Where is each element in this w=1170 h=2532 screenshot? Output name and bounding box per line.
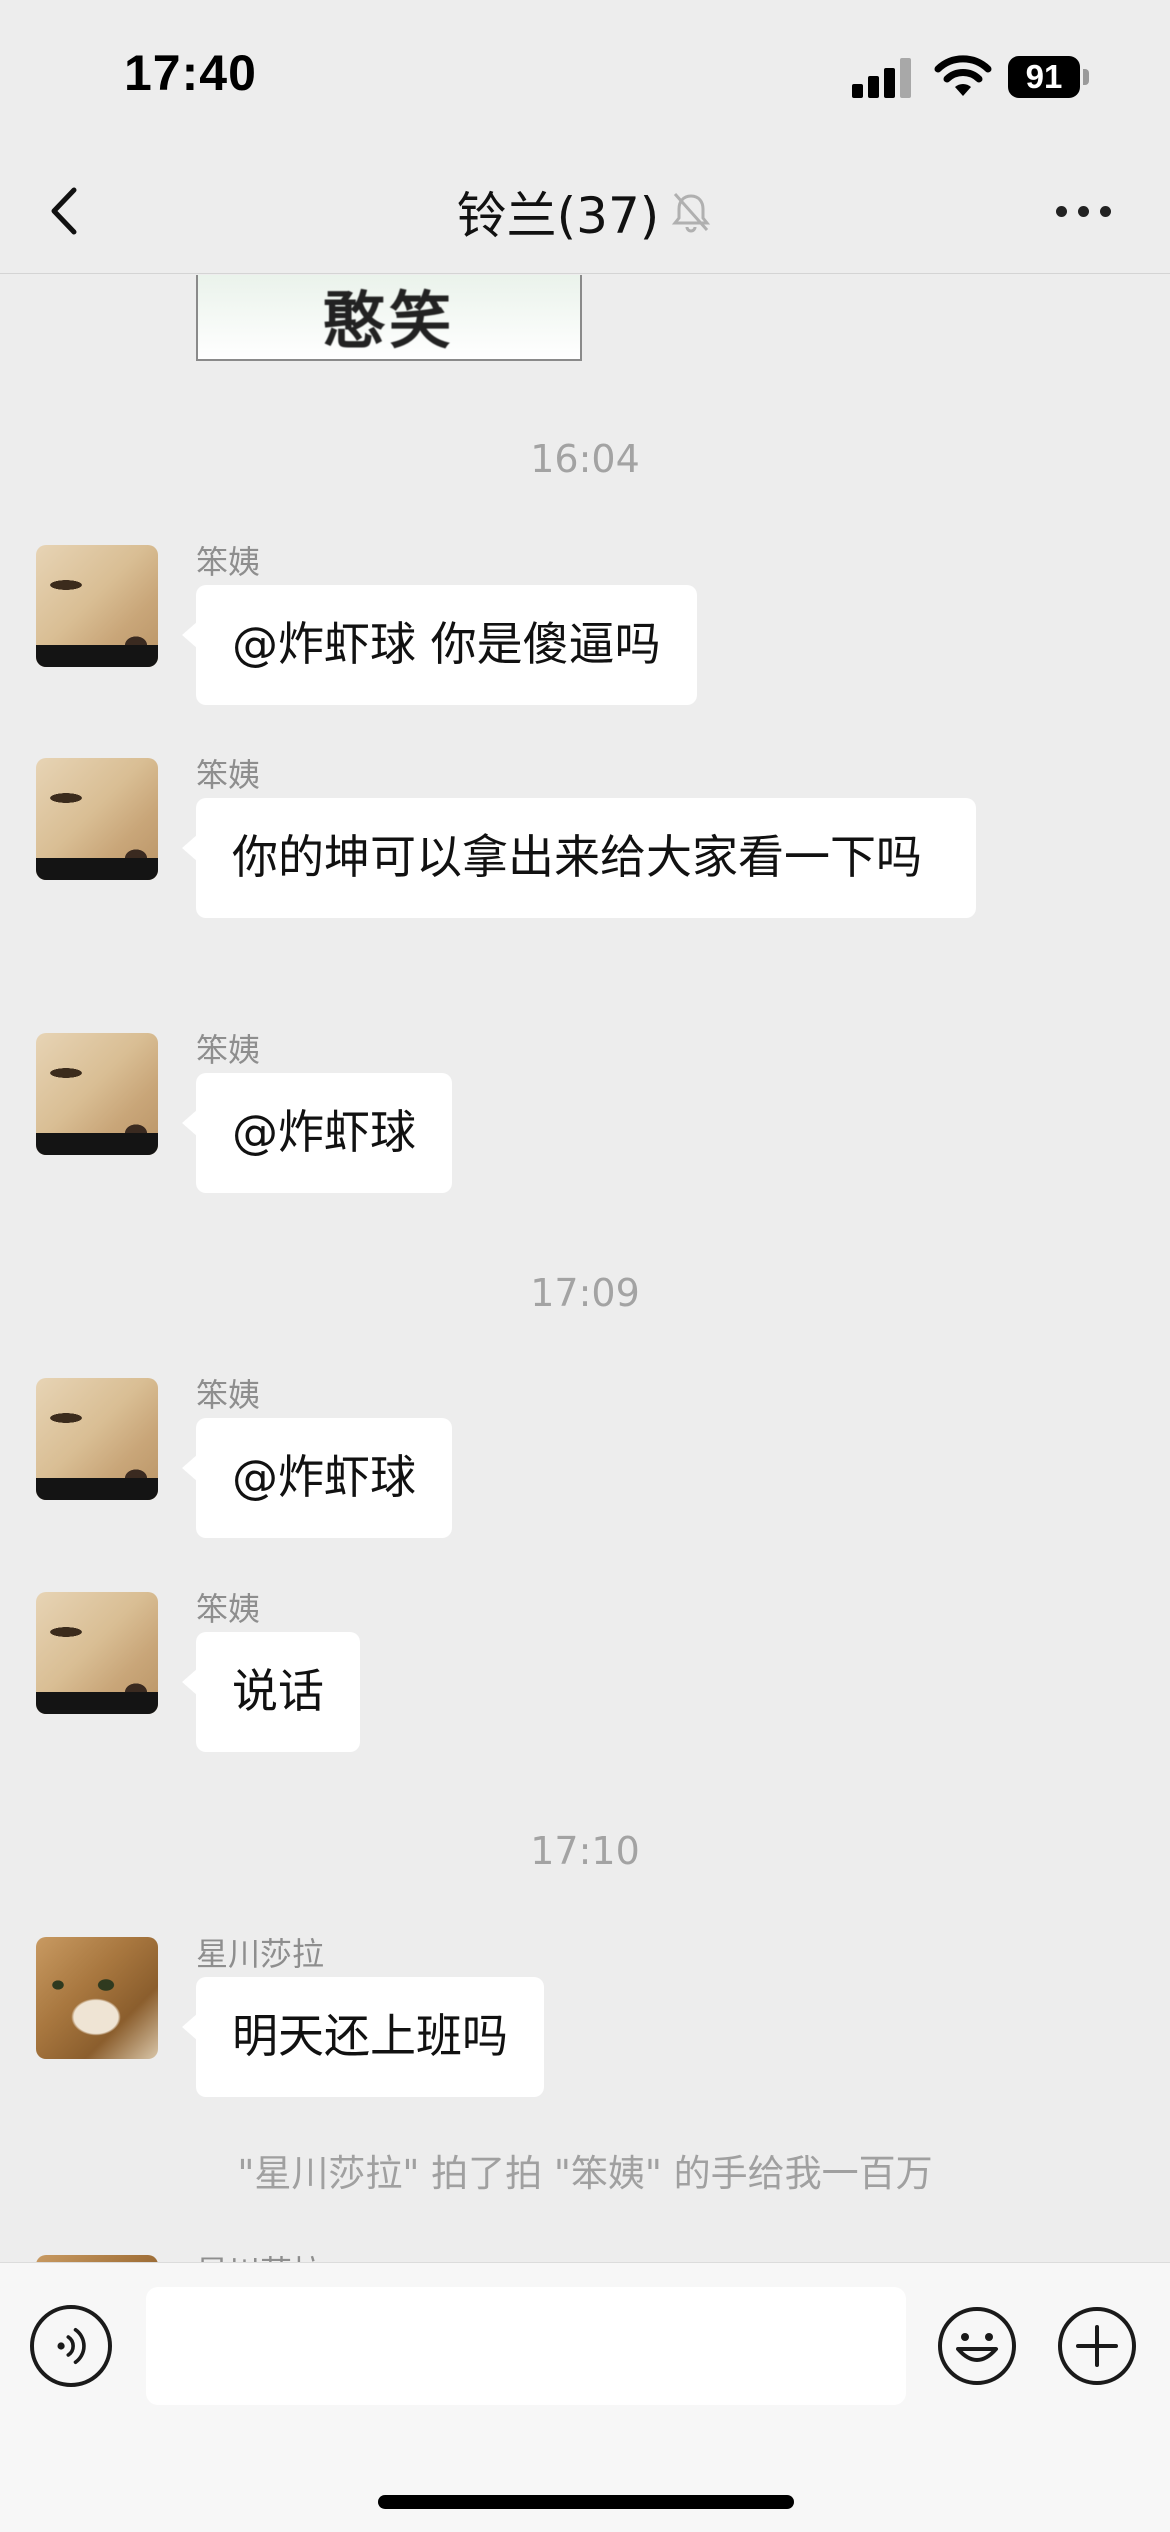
status-bar: 17:40 91 (0, 0, 1170, 150)
more-icon[interactable] (1052, 186, 1116, 236)
sender-name: 笨姨 (196, 1590, 261, 1628)
cat-avatar[interactable] (36, 1937, 158, 2059)
sticker-text: 憨笑 (322, 284, 455, 357)
plus-icon[interactable] (1056, 2305, 1138, 2387)
message-bubble[interactable]: @炸虾球 (182, 1073, 452, 1193)
dog-avatar[interactable] (36, 1592, 158, 1714)
dog-avatar[interactable] (36, 545, 158, 667)
time-divider: 17:10 (530, 1829, 640, 1873)
signal-icon (852, 58, 914, 98)
dog-avatar[interactable] (36, 1378, 158, 1500)
message-bubble[interactable]: @炸虾球 (182, 1418, 452, 1538)
wifi-icon (934, 55, 992, 96)
battery-icon: 91 (1008, 56, 1089, 98)
dog-avatar[interactable] (36, 1033, 158, 1155)
chat-title: 铃兰(37) (456, 187, 660, 245)
home-indicator[interactable] (378, 2495, 794, 2509)
time-divider: 16:04 (530, 437, 640, 481)
message-bubble[interactable]: @炸虾球 你是傻逼吗 (182, 585, 697, 705)
time-divider: 17:09 (530, 1271, 640, 1315)
sender-name: 笨姨 (196, 543, 261, 581)
sticker-image[interactable]: 憨笑 (196, 275, 582, 361)
sender-name: 笨姨 (196, 1376, 261, 1414)
mute-bell-icon (672, 193, 711, 233)
sender-name: 笨姨 (196, 756, 261, 794)
nav-bar: 铃兰(37) (0, 150, 1170, 274)
input-bar (0, 2262, 1170, 2532)
sender-name: 笨姨 (196, 1031, 261, 1069)
message-input[interactable] (146, 2287, 906, 2405)
pat-notice: "星川莎拉" 拍了拍 "笨姨" 的手给我一百万 (237, 2152, 933, 2195)
nav-title-group: 铃兰(37) (0, 150, 1170, 274)
emoji-icon[interactable] (936, 2305, 1018, 2387)
chat-area[interactable]: 憨笑 16:04 笨姨 @炸虾球 你是傻逼吗 笨姨 你的坤可以拿出来给大家看一下… (0, 275, 1170, 2265)
message-bubble[interactable]: 明天还上班吗 (182, 1977, 544, 2097)
message-bubble[interactable]: 说话 (182, 1632, 360, 1752)
voice-icon[interactable] (30, 2305, 112, 2387)
status-time: 17:40 (124, 45, 257, 101)
battery-level: 91 (1008, 56, 1080, 98)
sender-name: 星川莎拉 (196, 1935, 325, 1973)
message-bubble[interactable]: 你的坤可以拿出来给大家看一下吗 (182, 798, 976, 918)
dog-avatar[interactable] (36, 758, 158, 880)
